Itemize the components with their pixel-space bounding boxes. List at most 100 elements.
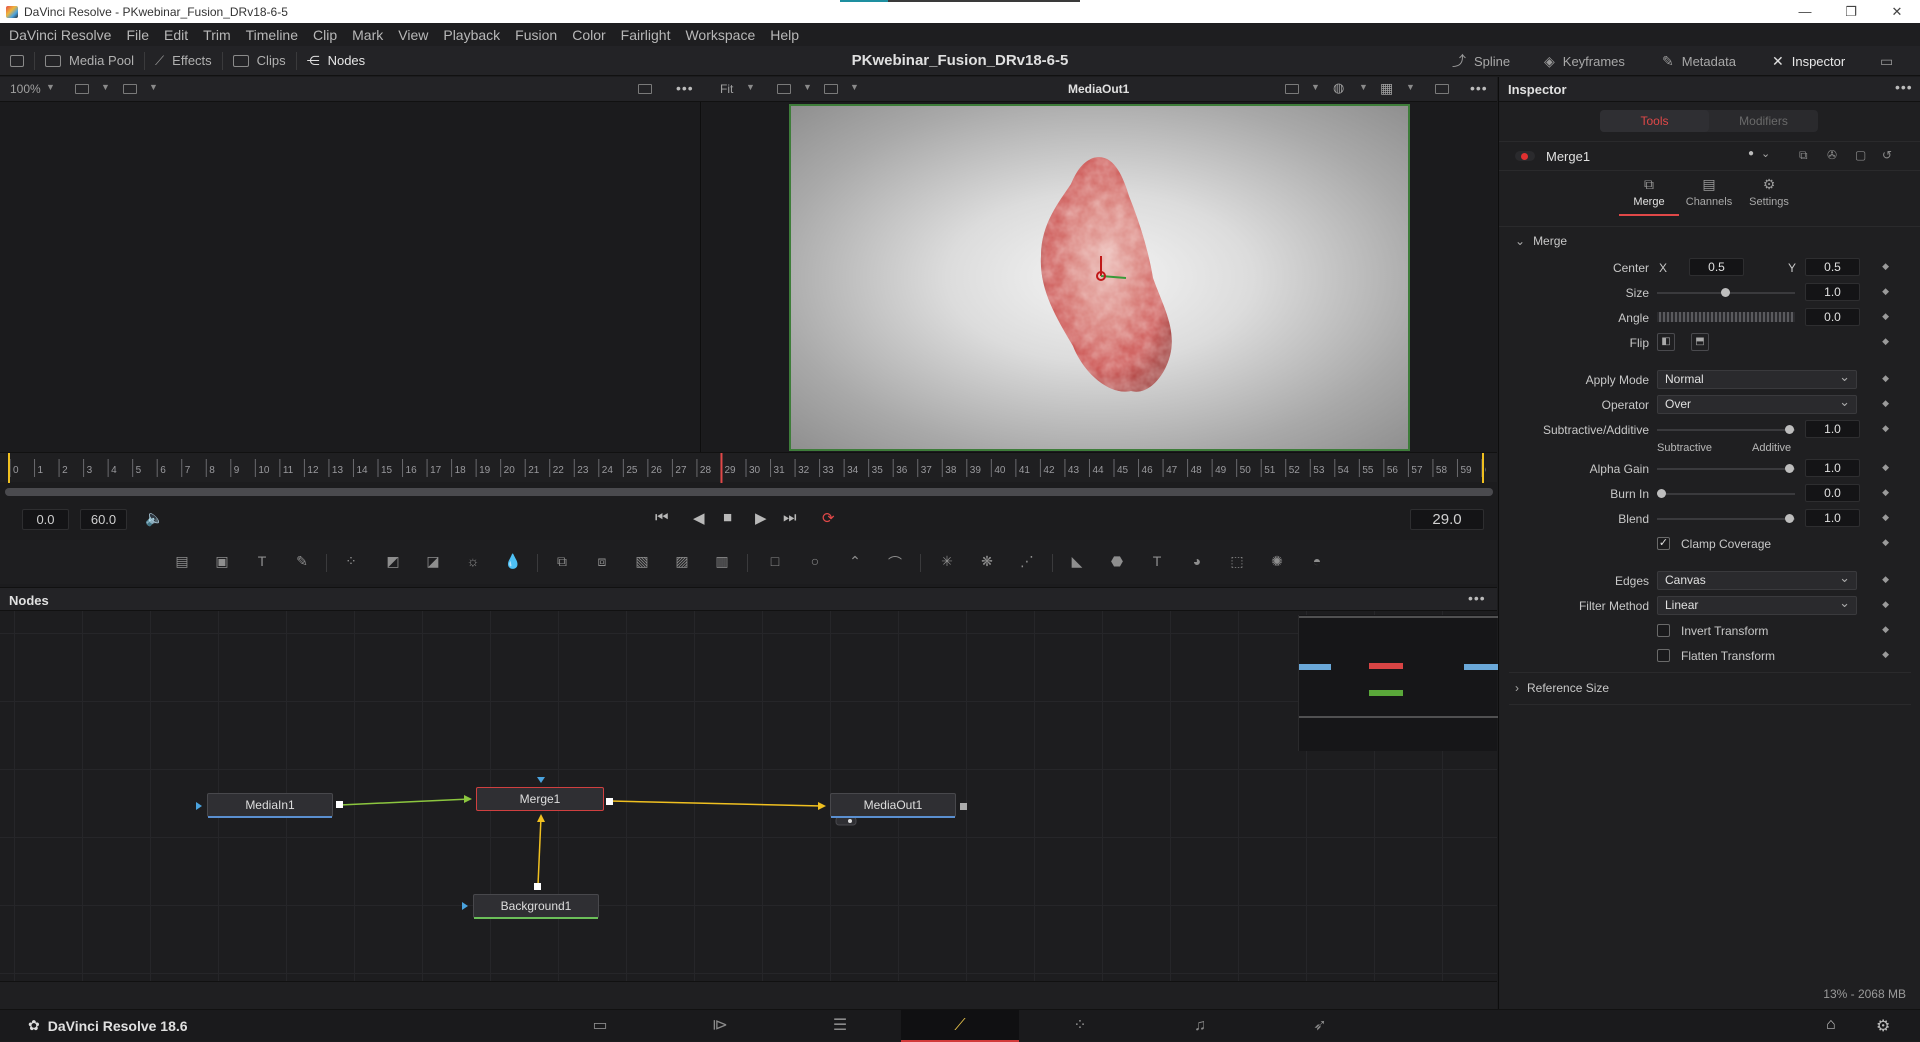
grid-icon[interactable]: ▦ [1380, 80, 1393, 97]
shape-3d-icon[interactable]: ⬣ [1106, 553, 1128, 571]
lut-icon[interactable] [824, 84, 838, 94]
chevron-down-icon[interactable]: ▼ [803, 82, 812, 92]
polygon-mask-icon[interactable]: ⌃ [844, 553, 866, 571]
page-deliver[interactable]: ➶ [1261, 1010, 1379, 1042]
render-end-field[interactable]: 60.0 [80, 509, 127, 530]
menu-davinci-resolve[interactable]: DaVinci Resolve [9, 27, 111, 43]
merge-output-port[interactable] [606, 798, 613, 805]
size-field[interactable]: 1.0 [1805, 283, 1860, 301]
section-reference-size-header[interactable]: › Reference Size [1515, 681, 1609, 695]
menu-mark[interactable]: Mark [352, 27, 383, 43]
loader-icon[interactable]: ▥ [711, 553, 733, 571]
background-output-port[interactable] [534, 883, 541, 890]
keyframe-diamond-icon[interactable]: ◆ [1882, 311, 1889, 322]
tool-color-icon[interactable]: ● [1748, 148, 1754, 159]
flip-horizontal-icon[interactable]: ◧ [1657, 333, 1675, 351]
menu-view[interactable]: View [398, 27, 428, 43]
alpha-gain-slider[interactable] [1657, 468, 1795, 470]
particles-icon[interactable]: ⁘ [340, 553, 362, 571]
menu-playback[interactable]: Playback [443, 27, 500, 43]
page-cut[interactable]: ⧐ [661, 1010, 779, 1042]
mediain-input-port[interactable] [196, 802, 202, 810]
mediain-output-port[interactable] [336, 801, 343, 808]
node-mediaout1[interactable]: MediaOut1 [830, 793, 956, 818]
color-corrector-icon[interactable]: ◩ [382, 553, 404, 571]
keyframe-diamond-icon[interactable]: ◆ [1882, 512, 1889, 523]
node-mediain1[interactable]: MediaIn1 [207, 793, 333, 818]
text-tool-icon[interactable]: T [251, 553, 273, 571]
chevron-down-icon[interactable]: ⌄ [1761, 147, 1770, 160]
ptools-icon[interactable]: ⋰ [1016, 553, 1038, 571]
operator-dropdown[interactable]: Over [1657, 393, 1857, 414]
angle-thumbwheel[interactable] [1657, 312, 1795, 322]
edges-dropdown[interactable]: Canvas [1657, 569, 1857, 590]
metadata-button[interactable]: ✎ Metadata [1662, 46, 1736, 76]
page-edit[interactable]: ☰ [781, 1010, 899, 1042]
pemitter-icon[interactable]: ✳ [936, 553, 958, 571]
keyframe-diamond-icon[interactable]: ◆ [1882, 537, 1889, 548]
node-editor[interactable]: MediaIn1 Merge1 MediaOut1 Background1 [0, 611, 1497, 981]
clips-button[interactable]: Clips [223, 46, 296, 76]
effects-button[interactable]: ⟋ Effects [145, 46, 222, 76]
nodes-button[interactable]: ⋲ Nodes [297, 46, 376, 76]
scrubber-range[interactable] [5, 488, 1493, 496]
settings-icon[interactable]: ⚙ [1876, 1016, 1890, 1036]
blend-field[interactable]: 1.0 [1805, 509, 1860, 527]
mediaout-view-indicator[interactable] [835, 816, 857, 826]
page-media[interactable]: ▭ [541, 1010, 659, 1042]
blend-slider-knob[interactable] [1785, 514, 1794, 523]
nodes-panel-options[interactable]: ••• [1468, 590, 1486, 606]
menu-color[interactable]: Color [572, 27, 605, 43]
close-button[interactable]: ✕ [1874, 0, 1920, 23]
time-scrubber[interactable] [5, 488, 1493, 496]
keyframe-diamond-icon[interactable]: ◆ [1882, 373, 1889, 384]
lock-icon[interactable]: ▢ [1855, 148, 1866, 162]
image-plane-icon[interactable]: ▣ [211, 553, 233, 571]
menu-file[interactable]: File [126, 27, 149, 43]
right-viewer-zoom[interactable]: Fit [720, 82, 733, 96]
keyframe-diamond-icon[interactable]: ◆ [1882, 462, 1889, 473]
mediaout-output-port[interactable] [960, 803, 967, 810]
page-fusion[interactable]: ⟋ [901, 1010, 1019, 1042]
roi-icon[interactable] [1285, 84, 1299, 94]
center-y-field[interactable]: 0.5 [1805, 258, 1860, 276]
color-picker-icon[interactable]: ◍ [1333, 80, 1344, 96]
blur-icon[interactable]: 💧 [502, 553, 524, 571]
chevron-down-icon[interactable]: ▼ [101, 82, 110, 92]
blend-slider[interactable] [1657, 518, 1795, 520]
burn-in-field[interactable]: 0.0 [1805, 484, 1860, 502]
page-fairlight[interactable]: ♫ [1141, 1010, 1259, 1042]
go-to-start-button[interactable]: ⏮ [655, 509, 669, 526]
menu-fairlight[interactable]: Fairlight [621, 27, 671, 43]
alpha-gain-slider-knob[interactable] [1785, 464, 1794, 473]
left-viewer-zoom[interactable]: 100% [10, 82, 41, 96]
lut-icon[interactable] [123, 84, 137, 94]
link-merge-to-mediaout[interactable] [609, 800, 823, 807]
go-to-end-button[interactable]: ⏭ [783, 509, 797, 526]
current-time-field[interactable]: 29.0 [1410, 509, 1484, 530]
rectangle-mask-icon[interactable]: □ [764, 553, 786, 571]
tab-modifiers[interactable]: Modifiers [1709, 110, 1818, 132]
subadd-slider-knob[interactable] [1785, 425, 1794, 434]
keyframe-diamond-icon[interactable]: ◆ [1882, 286, 1889, 297]
angle-field[interactable]: 0.0 [1805, 308, 1860, 326]
keyframe-diamond-icon[interactable]: ◆ [1882, 487, 1889, 498]
link-background-to-merge[interactable] [537, 816, 542, 886]
fullscreen-button[interactable]: ▭ [1880, 46, 1901, 76]
matte-control-icon[interactable]: ▧ [631, 553, 653, 571]
chevron-down-icon[interactable]: ▼ [1406, 82, 1415, 92]
burn-in-slider-knob[interactable] [1657, 489, 1666, 498]
ellipse-mask-icon[interactable]: ○ [804, 553, 826, 571]
invert-transform-checkbox[interactable] [1657, 624, 1670, 637]
keyframe-diamond-icon[interactable]: ◆ [1882, 336, 1889, 347]
chevron-down-icon[interactable]: ▼ [1359, 82, 1368, 92]
chevron-down-icon[interactable]: ▼ [46, 82, 55, 92]
alpha-gain-field[interactable]: 1.0 [1805, 459, 1860, 477]
node-navigator[interactable] [1298, 615, 1498, 751]
bspline-mask-icon[interactable]: ⌒ [884, 553, 906, 571]
menu-workspace[interactable]: Workspace [685, 27, 755, 43]
curves-icon[interactable]: ◪ [422, 553, 444, 571]
flatten-transform-checkbox[interactable] [1657, 649, 1670, 662]
keyframe-diamond-icon[interactable]: ◆ [1882, 649, 1889, 660]
subtab-channels[interactable]: ▤ Channels [1679, 176, 1739, 216]
